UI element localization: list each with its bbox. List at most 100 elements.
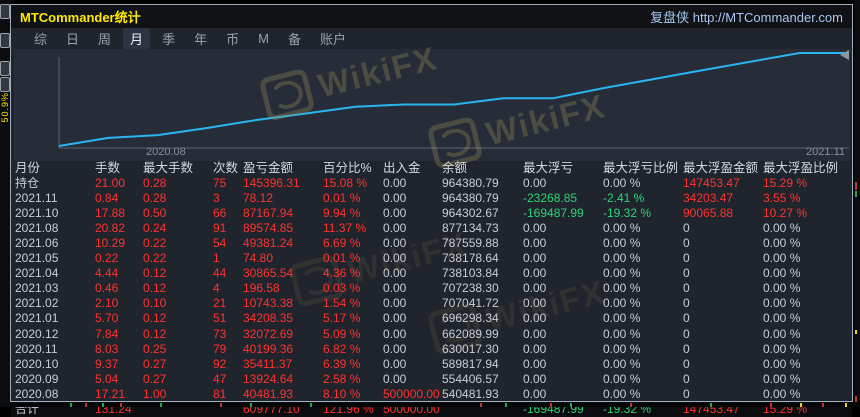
table-row[interactable]: 2021.04 4.44 0.12 44 30865.54 4.36 % 0.00 73810… — [11, 266, 852, 281]
table-cell: 500000.00 — [383, 386, 440, 401]
table-cell: 0.00 % — [603, 326, 641, 341]
column-header: 盈亏金额 — [243, 161, 294, 175]
table-cell: -169487.99 — [523, 206, 584, 221]
table-cell: 540481.93 — [442, 386, 499, 401]
table-row[interactable]: 2020.09 5.04 0.27 47 13924.64 2.58 % 0.00 55440… — [11, 372, 852, 387]
table-row[interactable]: 2021.01 5.70 0.12 51 34208.35 5.17 % 0.00 69629… — [11, 311, 852, 326]
table-cell: 0.00 — [383, 191, 407, 206]
table-cell: 0.00 — [383, 281, 407, 296]
table-cell: 47 — [213, 371, 227, 386]
table-cell: 0.22 — [143, 251, 167, 266]
table-cell: 2021.08 — [15, 221, 59, 236]
table-cell: 2.58 % — [323, 371, 361, 386]
background-candle-tick — [800, 403, 802, 407]
table-cell: 964380.79 — [442, 191, 499, 206]
table-cell: 738178.64 — [442, 251, 499, 266]
table-row[interactable]: 2020.10 9.37 0.27 92 35411.37 6.39 % 0.00 58981… — [11, 357, 852, 372]
background-candle-tick — [822, 403, 824, 407]
table-cell: 0.50 — [143, 206, 167, 221]
table-row[interactable]: 2021.10 17.88 0.50 66 87167.94 9.94 % 0.00 9643… — [11, 206, 852, 221]
table-cell: 2021.02 — [15, 296, 59, 311]
table-row[interactable]: 2020.11 8.03 0.25 79 40199.36 6.82 % 0.00 63001… — [11, 342, 852, 357]
table-cell: 0 — [683, 386, 690, 401]
table-cell: 74.80 — [243, 251, 274, 266]
table-cell: 0.28 — [143, 191, 167, 206]
table-cell: 2021.03 — [15, 281, 59, 296]
background-candle-tick — [85, 403, 87, 407]
table-cell: 0.00 — [383, 176, 407, 191]
stats-table-header: 月份 手数 最大手数 次数 盈亏金额 百分比% 出入金 余额 最大浮亏 最大浮亏比例 最大浮盈金额最… — [11, 161, 852, 176]
table-row[interactable]: 2021.08 20.82 0.24 91 89574.85 11.37 % 0.00 877… — [11, 221, 852, 236]
table-row[interactable]: 2021.06 10.29 0.22 54 49381.24 6.69 % 0.00 7875… — [11, 236, 852, 251]
table-cell: 2021.05 — [15, 251, 59, 266]
background-toolbar-button — [0, 61, 10, 76]
table-cell: 0 — [683, 236, 690, 251]
table-cell: 持仓 — [15, 176, 40, 191]
table-cell: 0.12 — [143, 326, 167, 341]
menu-item-周[interactable]: 周 — [91, 28, 118, 49]
background-candle-tick — [855, 330, 857, 334]
menu-item-年[interactable]: 年 — [187, 28, 214, 49]
menu-item-账户[interactable]: 账户 — [313, 28, 353, 49]
table-cell: 0.25 — [143, 341, 167, 356]
table-cell: 20.82 — [95, 221, 126, 236]
table-cell: 0.00 — [383, 326, 407, 341]
table-row[interactable]: 2021.05 0.22 0.22 1 74.80 0.01 % 0.00 738178.64… — [11, 251, 852, 266]
menu-item-M[interactable]: M — [251, 30, 276, 47]
table-cell: 2021.11 — [15, 191, 58, 206]
table-cell: 0.01 % — [323, 251, 361, 266]
table-cell: 0.00 — [383, 251, 407, 266]
table-cell: 0.00 % — [763, 281, 801, 296]
table-cell: 0.00 — [523, 266, 547, 281]
table-cell: 0.00 — [383, 206, 407, 221]
table-cell: 1.54 % — [323, 296, 361, 311]
background-candle-tick — [855, 191, 857, 197]
table-row[interactable]: 持仓 21.00 0.28 75 145396.31 15.08 % 0.00 964380.… — [11, 176, 852, 191]
background-window-bottom-strip — [10, 403, 860, 407]
table-cell: 6.69 % — [323, 236, 361, 251]
menu-item-综[interactable]: 综 — [27, 28, 54, 49]
table-cell: 0 — [683, 326, 690, 341]
table-cell: 92 — [213, 356, 227, 371]
table-cell: 0.00 — [523, 371, 547, 386]
table-cell: 0.22 — [143, 236, 167, 251]
table-cell: 0.27 — [143, 356, 167, 371]
table-cell: 2.10 — [95, 296, 119, 311]
table-cell: 0.00 % — [603, 221, 641, 236]
background-candle-tick — [770, 403, 772, 407]
table-row[interactable]: 2020.08 17.21 1.00 81 40481.93 8.10 % 500000.0… — [11, 387, 852, 402]
table-cell: 32072.69 — [243, 326, 294, 341]
table-cell: 0.00 % — [763, 371, 801, 386]
table-cell: 2020.12 — [15, 326, 59, 341]
background-scale-label: 50.9% — [0, 92, 10, 123]
table-cell: 10.29 — [95, 236, 126, 251]
table-cell: -2.41 % — [603, 191, 645, 206]
table-row[interactable]: 2021.03 0.46 0.12 4 196.58 0.03 % 0.00 707238.3… — [11, 281, 852, 296]
window-title: MTCommander统计 — [20, 10, 141, 25]
table-cell: 73 — [213, 326, 227, 341]
title-bar[interactable]: MTCommander统计 复盘侠 http://MTCommander.com — [11, 5, 852, 28]
table-row[interactable]: 2020.12 7.84 0.12 73 32072.69 5.09 % 0.00 66208… — [11, 327, 852, 342]
menu-item-日[interactable]: 日 — [59, 28, 86, 49]
brand-link[interactable]: 复盘侠 http://MTCommander.com — [650, 7, 843, 26]
table-row[interactable]: 2021.11 0.84 0.28 3 78.12 0.01 % 0.00 964380.79… — [11, 191, 852, 206]
background-candle-tick — [570, 403, 572, 407]
background-candle-tick — [220, 403, 222, 407]
table-cell: 0.00 % — [763, 236, 801, 251]
table-cell: 0.00 — [523, 221, 547, 236]
menu-item-备[interactable]: 备 — [281, 28, 308, 49]
menu-item-月[interactable]: 月 — [123, 28, 151, 49]
table-row[interactable]: 2021.02 2.10 0.10 21 10743.38 1.54 % 0.00 70704… — [11, 296, 852, 311]
background-candle-tick — [102, 403, 104, 407]
table-cell: 0.00 — [523, 341, 547, 356]
table-cell: 30865.54 — [243, 266, 294, 281]
background-window-right-strip — [854, 0, 860, 407]
table-cell: 0.00 — [523, 176, 547, 191]
table-cell: 5.17 % — [323, 311, 361, 326]
table-cell: 0.00 % — [603, 281, 641, 296]
chart-scroll-left-icon[interactable] — [840, 50, 849, 60]
menu-item-币[interactable]: 币 — [219, 28, 246, 49]
table-cell: 0.84 — [95, 191, 119, 206]
menu-item-季[interactable]: 季 — [155, 28, 182, 49]
table-cell: 2021.10 — [15, 206, 59, 221]
